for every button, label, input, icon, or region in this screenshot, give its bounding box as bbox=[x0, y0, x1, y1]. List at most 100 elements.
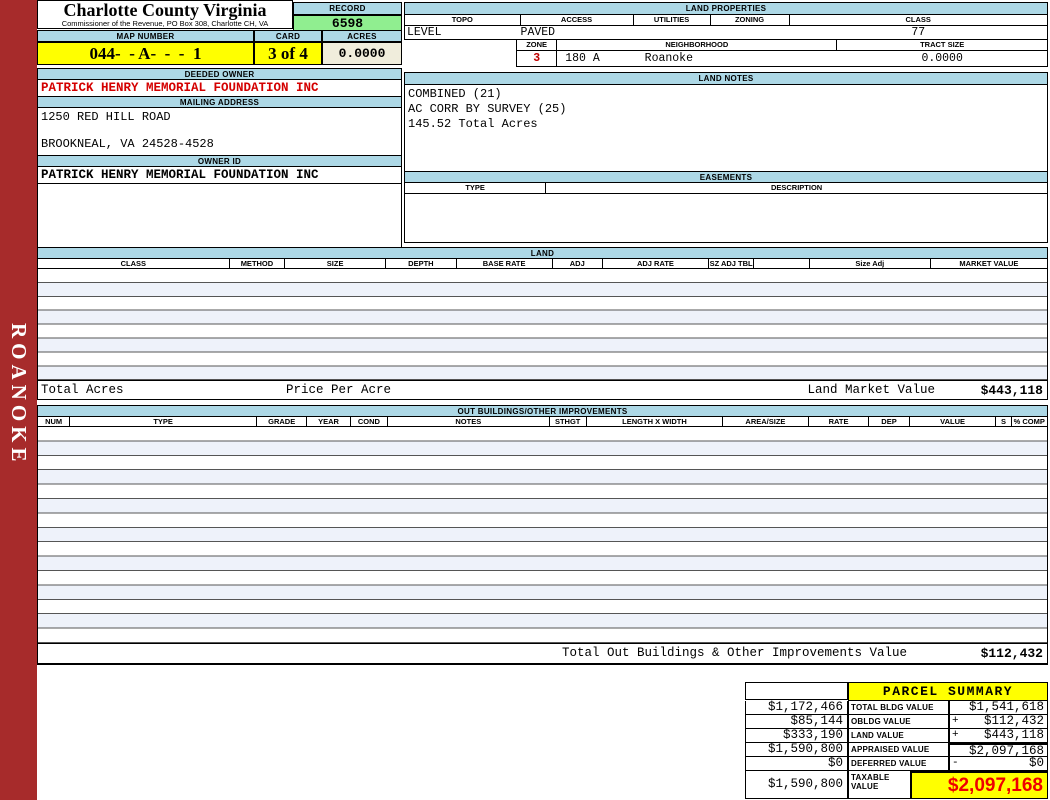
access-value: PAVED bbox=[521, 26, 634, 39]
parcel-summary: PARCEL SUMMARY $1,172,466 TOTAL BLDG VAL… bbox=[745, 682, 1048, 799]
land-market-value-label: Land Market Value bbox=[807, 383, 935, 397]
sidebar-strip: ROANOKE bbox=[0, 0, 37, 800]
land-col-class: CLASS bbox=[38, 259, 230, 268]
col-topo: TOPO bbox=[405, 15, 521, 25]
ob-col-year: YEAR bbox=[307, 417, 350, 426]
mailing-address-body: 1250 RED HILL ROAD BROOKNEAL, VA 24528-4… bbox=[37, 108, 402, 156]
owner-panel-fill bbox=[37, 184, 402, 254]
county-header: Charlotte County Virginia Commissioner o… bbox=[37, 0, 293, 29]
property-record-card: ROANOKE Charlotte County Virginia Commis… bbox=[0, 0, 1050, 800]
land-col-depth: DEPTH bbox=[386, 259, 457, 268]
tract-size-value: 0.0000 bbox=[837, 51, 1048, 67]
neighborhood-code: 180 A bbox=[565, 52, 600, 65]
land-note-line: 145.52 Total Acres bbox=[408, 117, 1044, 132]
ob-col-grade: GRADE bbox=[257, 417, 307, 426]
land-notes-body: COMBINED (21) AC CORR BY SURVEY (25) 145… bbox=[404, 85, 1048, 172]
ps-left-value: $0 bbox=[745, 757, 848, 771]
land-notes-panel: LAND NOTES COMBINED (21) AC CORR BY SURV… bbox=[404, 72, 1048, 172]
ob-col-sthgt: STHGT bbox=[550, 417, 587, 426]
map-number-header: MAP NUMBER bbox=[37, 30, 254, 42]
zone-header: ZONE bbox=[516, 40, 557, 51]
ps-label: LAND VALUE bbox=[848, 729, 949, 743]
col-easement-description: DESCRIPTION bbox=[546, 183, 1047, 193]
neighborhood-header: NEIGHBORHOOD bbox=[557, 40, 837, 51]
price-per-acre-label: Price Per Acre bbox=[286, 383, 391, 397]
ob-col-pct-comp: % COMP bbox=[1012, 417, 1047, 426]
land-market-value: $443,118 bbox=[981, 383, 1043, 398]
land-col-base-rate: BASE RATE bbox=[457, 259, 553, 268]
land-col-sz-adj-tbl: SZ ADJ TBL bbox=[709, 259, 754, 268]
taxable-value-label: TAXABLE VALUE bbox=[848, 771, 911, 799]
land-col-method: METHOD bbox=[230, 259, 285, 268]
county-subtitle: Commissioner of the Revenue, PO Box 308,… bbox=[38, 20, 292, 28]
land-col-blank bbox=[754, 259, 809, 268]
ps-label: DEFERRED VALUE bbox=[848, 757, 949, 771]
outbuildings-total-label: Total Out Buildings & Other Improvements… bbox=[562, 646, 907, 660]
land-col-size: SIZE bbox=[285, 259, 386, 268]
ps-left-value: $85,144 bbox=[745, 715, 848, 729]
ps-right-value: $1,541,618 bbox=[949, 701, 1048, 715]
total-acres-label: Total Acres bbox=[41, 383, 124, 397]
ps-right-value: - $0 bbox=[949, 757, 1048, 771]
ob-col-area-size: AREA/SIZE bbox=[723, 417, 809, 426]
land-notes-title: LAND NOTES bbox=[404, 72, 1048, 85]
ob-col-dep: DEP bbox=[869, 417, 909, 426]
county-title: Charlotte County Virginia bbox=[38, 1, 292, 20]
ps-right-value: + $443,118 bbox=[949, 729, 1048, 743]
acres-value: 0.0000 bbox=[322, 42, 402, 65]
outbuildings-table: OUT BUILDINGS/OTHER IMPROVEMENTS NUM TYP… bbox=[37, 405, 1048, 665]
ps-label: OBLDG VALUE bbox=[848, 715, 949, 729]
land-note-line: COMBINED (21) bbox=[408, 87, 1044, 102]
land-col-size-adj: Size Adj bbox=[810, 259, 931, 268]
class-value: 77 bbox=[790, 26, 1047, 39]
deeded-owner-name: PATRICK HENRY MEMORIAL FOUNDATION INC bbox=[37, 80, 402, 97]
parcel-summary-empty-cell bbox=[745, 682, 848, 700]
land-table: LAND CLASS METHOD SIZE DEPTH BASE RATE A… bbox=[37, 247, 1048, 400]
land-table-title: LAND bbox=[37, 247, 1048, 259]
address-line2: BROOKNEAL, VA 24528-4528 bbox=[41, 137, 398, 151]
owner-id-header: OWNER ID bbox=[37, 156, 402, 167]
ps-left-value: $333,190 bbox=[745, 729, 848, 743]
taxable-value-amount: $2,097,168 bbox=[911, 771, 1048, 799]
ps-label: APPRAISED VALUE bbox=[848, 743, 949, 757]
acres-header: ACRES bbox=[322, 30, 402, 42]
land-table-empty-rows bbox=[37, 269, 1048, 380]
land-properties-panel: LAND PROPERTIES TOPO ACCESS UTILITIES ZO… bbox=[404, 2, 1048, 67]
map-number-value: 044- - A- - - 1 bbox=[37, 42, 254, 65]
ps-left-value: $1,590,800 bbox=[745, 771, 848, 799]
zone-value: 3 bbox=[516, 51, 557, 67]
ob-col-rate: RATE bbox=[809, 417, 870, 426]
tract-size-header: TRACT SIZE bbox=[837, 40, 1048, 51]
ob-col-num: NUM bbox=[38, 417, 70, 426]
outbuildings-totals-row: Total Out Buildings & Other Improvements… bbox=[37, 643, 1048, 665]
land-note-line: AC CORR BY SURVEY (25) bbox=[408, 102, 1044, 117]
ob-col-cond: COND bbox=[351, 417, 388, 426]
card-value: 3 of 4 bbox=[254, 42, 322, 65]
col-zoning: ZONING bbox=[711, 15, 790, 25]
outbuildings-total-value: $112,432 bbox=[981, 646, 1043, 661]
ps-right-value: $2,097,168 bbox=[949, 743, 1048, 757]
neighborhood-value: 180 A Roanoke bbox=[557, 51, 837, 67]
parcel-summary-title: PARCEL SUMMARY bbox=[848, 682, 1048, 701]
ps-right-value: + $112,432 bbox=[949, 715, 1048, 729]
ps-label: TOTAL BLDG VALUE bbox=[848, 701, 949, 715]
record-value: 6598 bbox=[293, 15, 402, 31]
col-utilities: UTILITIES bbox=[634, 15, 711, 25]
deeded-owner-header: DEEDED OWNER bbox=[37, 68, 402, 80]
land-col-adj-rate: ADJ RATE bbox=[603, 259, 709, 268]
topo-value: LEVEL bbox=[405, 26, 521, 39]
owner-id-value: PATRICK HENRY MEMORIAL FOUNDATION INC bbox=[37, 167, 402, 184]
ob-col-length-width: LENGTH X WIDTH bbox=[587, 417, 723, 426]
land-col-adj: ADJ bbox=[553, 259, 603, 268]
card-header: CARD bbox=[254, 30, 322, 42]
zoning-value bbox=[711, 26, 790, 39]
land-col-market-value: MARKET VALUE bbox=[931, 259, 1047, 268]
land-properties-title: LAND PROPERTIES bbox=[404, 2, 1048, 15]
district-vertical-label: ROANOKE bbox=[0, 305, 37, 485]
easements-title: EASEMENTS bbox=[404, 171, 1048, 183]
record-header: RECORD bbox=[293, 2, 402, 15]
land-totals-row: Total Acres Price Per Acre Land Market V… bbox=[37, 380, 1048, 400]
utilities-value bbox=[634, 26, 711, 39]
owner-panel: DEEDED OWNER PATRICK HENRY MEMORIAL FOUN… bbox=[37, 68, 402, 254]
ps-left-value: $1,590,800 bbox=[745, 743, 848, 757]
